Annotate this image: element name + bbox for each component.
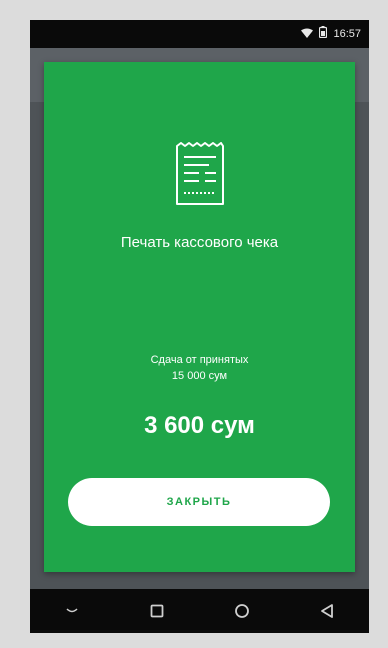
back-icon[interactable]: [307, 591, 347, 631]
change-caption-line2: 15 000 сум: [171, 370, 228, 382]
receipt-icon: [169, 142, 231, 206]
change-amount: 3 600 сум: [144, 412, 255, 439]
status-time: 16:57: [333, 28, 361, 40]
home-icon[interactable]: [222, 591, 262, 631]
recents-icon[interactable]: [137, 591, 177, 631]
navigation-bar: [30, 589, 369, 633]
change-caption-line1: Сдача от принятых: [150, 354, 249, 366]
dialog-title: Печать кассового чека: [120, 234, 279, 251]
change-caption: Сдача от принятых 15 000 сум: [44, 352, 355, 384]
device-screen: 16:57 Печать кассового чека Сдача от при…: [30, 20, 369, 633]
status-bar: 16:57: [30, 20, 369, 48]
screenshot-frame: 16:57 Печать кассового чека Сдача от при…: [0, 0, 388, 648]
receipt-dialog: Печать кассового чека Сдача от принятых …: [44, 62, 355, 572]
wifi-icon: [301, 25, 314, 43]
hide-keyboard-icon[interactable]: [52, 591, 92, 631]
close-button[interactable]: ЗАКРЫТЬ: [68, 478, 330, 526]
battery-icon: [319, 25, 328, 43]
